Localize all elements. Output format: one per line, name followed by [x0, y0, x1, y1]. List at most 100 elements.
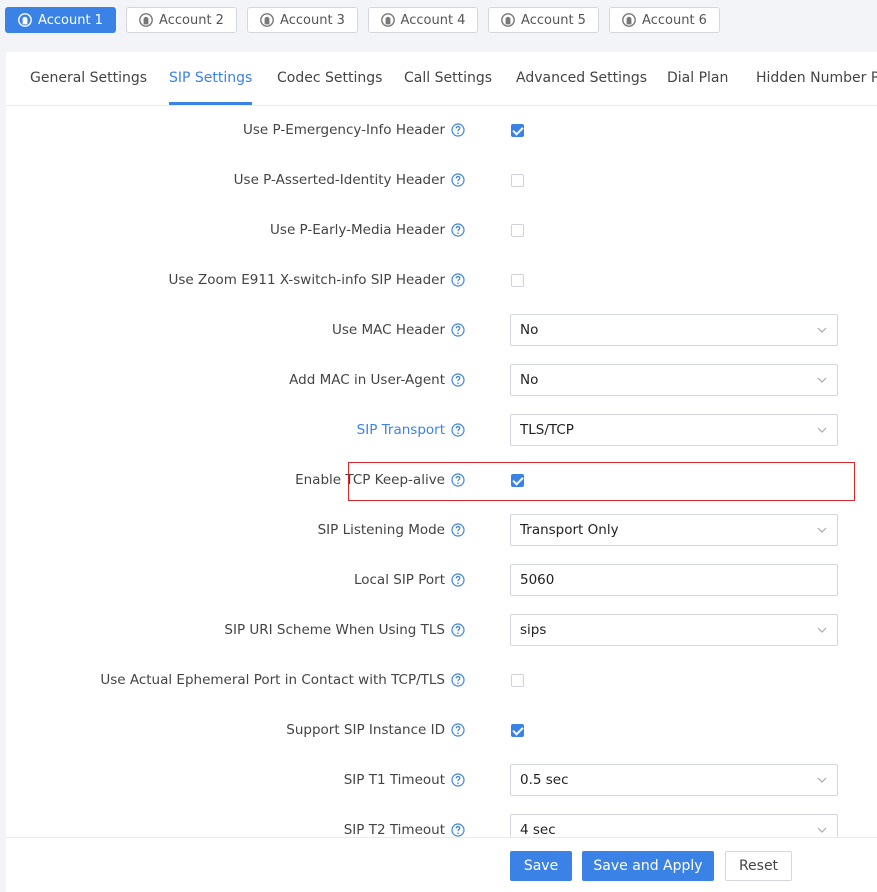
question-circle-icon[interactable] [451, 673, 465, 687]
setting-label: Use Actual Ephemeral Port in Contact wit… [100, 655, 465, 705]
account-tab-1[interactable]: Account 1 [5, 7, 116, 33]
question-circle-icon[interactable] [451, 723, 465, 737]
account-tab-2[interactable]: Account 2 [126, 7, 237, 33]
use-zoom-e911-checkbox[interactable] [511, 273, 524, 287]
setting-row: Use P-Asserted-Identity Header [6, 155, 877, 205]
tab-call-settings[interactable]: Call Settings [404, 52, 492, 105]
save-button[interactable]: Save [510, 851, 572, 881]
user-circle-icon [380, 13, 395, 27]
setting-label: SIP Listening Mode [318, 505, 465, 555]
select-value: 4 sec [520, 822, 556, 837]
setting-label-text: Use MAC Header [331, 322, 445, 338]
setting-label: Local SIP Port [354, 555, 465, 605]
setting-label: SIP T1 Timeout [344, 755, 465, 805]
add-mac-user-agent-select[interactable]: No [510, 364, 838, 396]
setting-label: SIP URI Scheme When Using TLS [224, 605, 465, 655]
tab-advanced-settings[interactable]: Advanced Settings [516, 52, 647, 105]
user-circle-icon [139, 13, 153, 27]
setting-label-text: SIP Transport [356, 422, 445, 438]
select-value: sips [520, 622, 547, 638]
account-tab-3[interactable]: Account 3 [247, 7, 358, 33]
setting-row: Local SIP Port 5060 [6, 555, 877, 605]
question-circle-icon[interactable] [451, 623, 465, 637]
question-circle-icon[interactable] [451, 373, 465, 387]
setting-label: Add MAC in User-Agent [289, 355, 465, 405]
setting-row: SIP T1 Timeout 0.5 sec [6, 755, 877, 805]
setting-row: Use Zoom E911 X-switch-info SIP Header [6, 255, 877, 305]
local-sip-port-input[interactable]: 5060 [510, 564, 838, 596]
user-circle-icon [501, 13, 515, 27]
setting-label: Enable TCP Keep-alive [295, 455, 465, 505]
setting-label: Use P-Emergency-Info Header [243, 105, 465, 155]
chevron-down-icon [817, 626, 827, 634]
question-circle-icon[interactable] [451, 323, 465, 337]
question-circle-icon[interactable] [451, 223, 465, 237]
question-circle-icon[interactable] [451, 773, 465, 787]
setting-row: Use P-Emergency-Info Header [6, 105, 877, 155]
question-circle-icon[interactable] [451, 123, 465, 137]
settings-tab-bar: General Settings SIP Settings Codec Sett… [6, 52, 877, 106]
question-circle-icon[interactable] [451, 173, 465, 187]
setting-label-text: Use P-Early-Media Header [270, 222, 445, 238]
sip-uri-scheme-select[interactable]: sips [510, 614, 838, 646]
setting-label-text: Enable TCP Keep-alive [295, 472, 445, 488]
setting-label-text: SIP Listening Mode [317, 522, 445, 538]
sip-t1-timeout-select[interactable]: 0.5 sec [510, 764, 838, 796]
select-value: Transport Only [520, 522, 619, 538]
setting-row: SIP T2 Timeout 4 sec [6, 805, 877, 837]
setting-row: SIP Transport TLS/TCP [6, 405, 877, 455]
setting-label: Use P-Early-Media Header [270, 205, 465, 255]
setting-label: Support SIP Instance ID [286, 705, 465, 755]
question-circle-icon[interactable] [451, 823, 465, 837]
sip-listening-mode-select[interactable]: Transport Only [510, 514, 838, 546]
account-tab-5[interactable]: Account 5 [488, 7, 599, 33]
question-circle-icon[interactable] [451, 423, 465, 437]
sip-transport-select[interactable]: TLS/TCP [510, 414, 838, 446]
input-value: 5060 [520, 572, 555, 588]
save-and-apply-button[interactable]: Save and Apply [582, 851, 714, 881]
select-value: No [520, 322, 539, 338]
account-tab-bar: Account 1 Account 2 Account 3 Account 4 … [0, 0, 877, 52]
support-sip-instance-id-checkbox[interactable] [511, 723, 524, 737]
enable-tcp-keepalive-checkbox[interactable] [511, 473, 524, 487]
tab-hidden-number[interactable]: Hidden Number Pl [756, 52, 877, 105]
tab-general-settings[interactable]: General Settings [30, 52, 147, 105]
use-actual-ephemeral-port-checkbox[interactable] [511, 673, 524, 687]
setting-row: Use P-Early-Media Header [6, 205, 877, 255]
account-tab-label: Account 2 [159, 12, 224, 28]
select-value: 0.5 sec [520, 772, 569, 788]
account-tab-label: Account 4 [400, 12, 466, 28]
account-tab-label: Account 1 [38, 12, 103, 28]
account-tab-4[interactable]: Account 4 [368, 7, 478, 33]
question-circle-icon[interactable] [451, 273, 465, 287]
setting-label: SIP Transport [357, 405, 465, 455]
reset-button[interactable]: Reset [725, 851, 792, 881]
account-tab-label: Account 6 [642, 12, 707, 28]
question-circle-icon[interactable] [451, 473, 465, 487]
question-circle-icon[interactable] [451, 523, 465, 537]
tab-dial-plan[interactable]: Dial Plan [667, 52, 728, 105]
setting-label-text: Use P-Emergency-Info Header [243, 122, 445, 138]
setting-label-text: SIP URI Scheme When Using TLS [224, 622, 445, 638]
tab-sip-settings[interactable]: SIP Settings [169, 52, 253, 105]
use-mac-header-select[interactable]: No [510, 314, 838, 346]
setting-row: SIP Listening Mode Transport Only [6, 505, 877, 555]
sip-t2-timeout-select[interactable]: 4 sec [510, 814, 838, 837]
setting-label-text: SIP T1 Timeout [343, 772, 445, 788]
setting-label-text: Support SIP Instance ID [286, 722, 445, 738]
use-p-early-media-checkbox[interactable] [511, 223, 524, 237]
account-tab-6[interactable]: Account 6 [609, 7, 720, 33]
question-circle-icon[interactable] [451, 573, 465, 587]
chevron-down-icon [817, 826, 827, 834]
setting-label-text: SIP T2 Timeout [343, 822, 445, 837]
use-p-emergency-info-checkbox[interactable] [511, 123, 524, 137]
chevron-down-icon [817, 326, 827, 334]
setting-row: Use Actual Ephemeral Port in Contact wit… [6, 655, 877, 705]
setting-row: SIP URI Scheme When Using TLS sips [6, 605, 877, 655]
chevron-down-icon [817, 776, 827, 784]
setting-label: Use P-Asserted-Identity Header [234, 155, 465, 205]
tab-codec-settings[interactable]: Codec Settings [277, 52, 382, 105]
setting-row: Enable TCP Keep-alive [6, 455, 877, 505]
use-p-asserted-identity-checkbox[interactable] [511, 173, 524, 187]
setting-row: Use MAC Header No [6, 305, 877, 355]
